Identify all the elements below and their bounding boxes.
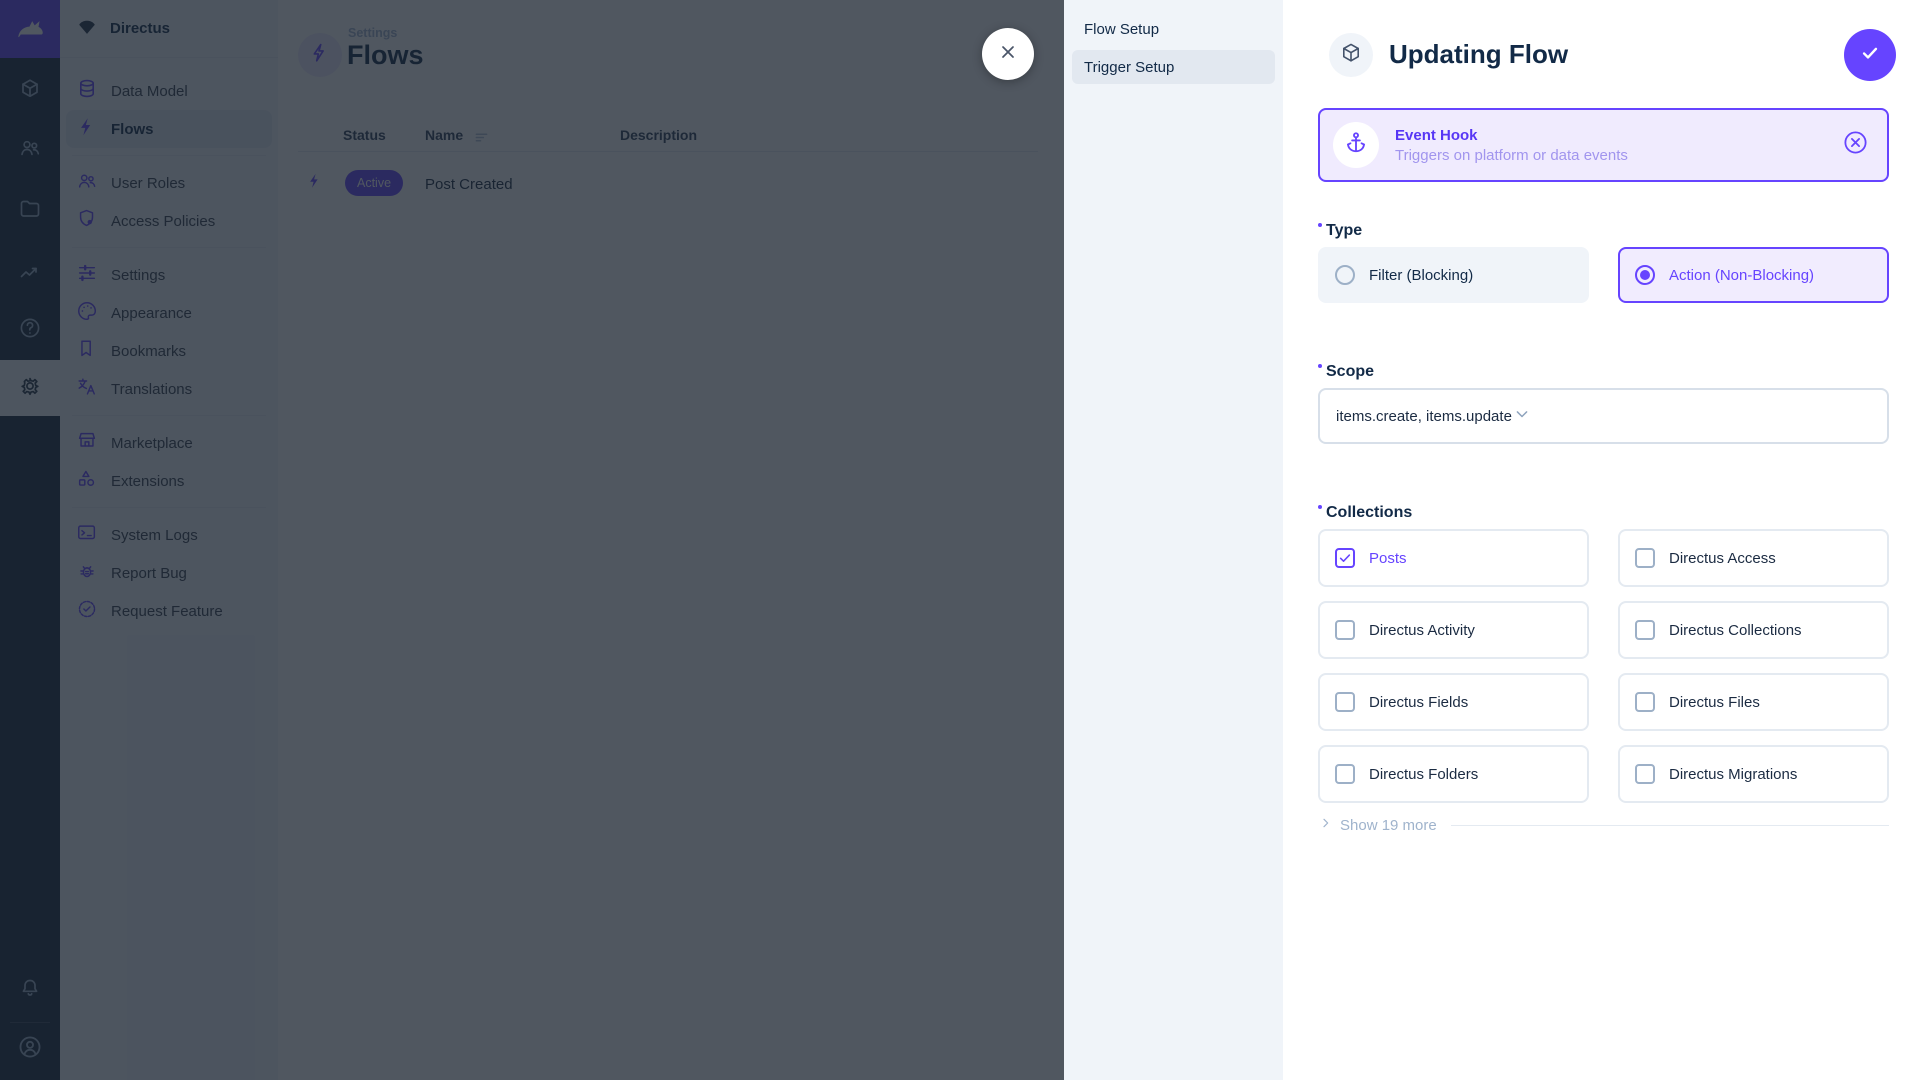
anchor-icon [1343, 130, 1369, 161]
chevron-right-icon [1318, 815, 1334, 835]
checkbox-label: Directus Access [1669, 550, 1776, 567]
drawer-panel: Updating Flow Event Hook Triggers on pla… [1283, 0, 1920, 1080]
drawer-body: Event Hook Triggers on platform or data … [1318, 108, 1889, 835]
scope-label: Scope [1318, 363, 1889, 381]
radio-filter-blocking[interactable]: Filter (Blocking) [1318, 247, 1589, 303]
checkbox-directus-activity[interactable]: Directus Activity [1318, 601, 1589, 659]
banner-title: Event Hook [1395, 127, 1628, 144]
type-label: Type [1318, 222, 1889, 240]
checkbox-label: Directus Folders [1369, 766, 1478, 783]
app: Directus Data Model Flows User Roles Acc… [0, 0, 1920, 1080]
checkbox-icon [1335, 692, 1355, 712]
checkbox-icon [1335, 548, 1355, 568]
required-dot [1318, 505, 1322, 509]
drawer-tab-label: Flow Setup [1084, 21, 1159, 38]
checkbox-label: Directus Collections [1669, 622, 1802, 639]
close-drawer-button[interactable] [982, 28, 1034, 80]
checkbox-posts[interactable]: Posts [1318, 529, 1589, 587]
checkbox-label: Directus Files [1669, 694, 1760, 711]
check-icon [1859, 42, 1881, 69]
required-dot [1318, 364, 1322, 368]
collections-label: Collections [1318, 504, 1889, 522]
radio-icon [1335, 265, 1355, 285]
checkbox-directus-fields[interactable]: Directus Fields [1318, 673, 1589, 731]
chevron-down-icon [1512, 404, 1532, 428]
drawer-icon-circle [1329, 33, 1373, 77]
radio-action-non-blocking[interactable]: Action (Non-Blocking) [1618, 247, 1889, 303]
cancel-circle-icon [1842, 129, 1869, 161]
radio-label: Action (Non-Blocking) [1669, 267, 1814, 284]
save-button[interactable] [1844, 29, 1896, 81]
checkbox-directus-collections[interactable]: Directus Collections [1618, 601, 1889, 659]
drawer-title: Updating Flow [1389, 39, 1568, 70]
checkbox-directus-migrations[interactable]: Directus Migrations [1618, 745, 1889, 803]
checkbox-label: Directus Migrations [1669, 766, 1797, 783]
drawer-tab-label: Trigger Setup [1084, 59, 1174, 76]
show-more-divider [1451, 825, 1889, 826]
drawer-overlay[interactable] [0, 0, 1064, 1080]
radio-icon [1635, 265, 1655, 285]
scope-section: Scope items.create, items.update [1318, 363, 1889, 444]
scope-select[interactable]: items.create, items.update [1318, 388, 1889, 444]
checkbox-label: Directus Fields [1369, 694, 1468, 711]
checkbox-icon [1335, 764, 1355, 784]
scope-value: items.create, items.update [1336, 408, 1512, 425]
drawer-tab-flow-setup[interactable]: Flow Setup [1072, 12, 1275, 46]
deselect-trigger-button[interactable] [1842, 129, 1869, 161]
collections-grid: Posts Directus Access Directus Activity … [1318, 529, 1889, 803]
checkbox-label: Directus Activity [1369, 622, 1475, 639]
show-more-button[interactable]: Show 19 more [1318, 815, 1889, 835]
checkbox-directus-folders[interactable]: Directus Folders [1318, 745, 1589, 803]
collections-section: Collections Posts Directus Access Direct… [1318, 504, 1889, 835]
checkbox-label: Posts [1369, 550, 1407, 567]
checkbox-icon [1635, 764, 1655, 784]
banner-icon-circle [1333, 122, 1379, 168]
show-more-label: Show 19 more [1340, 817, 1437, 834]
radio-label: Filter (Blocking) [1369, 267, 1473, 284]
required-dot [1318, 223, 1322, 227]
cube-icon [1339, 41, 1363, 70]
trigger-type-banner: Event Hook Triggers on platform or data … [1318, 108, 1889, 182]
checkbox-icon [1635, 620, 1655, 640]
drawer-header: Updating Flow [1283, 0, 1920, 100]
checkbox-icon [1335, 620, 1355, 640]
checkbox-directus-files[interactable]: Directus Files [1618, 673, 1889, 731]
checkbox-directus-access[interactable]: Directus Access [1618, 529, 1889, 587]
type-section: Type Filter (Blocking) Action (Non-Block… [1318, 222, 1889, 303]
drawer-nav: Flow Setup Trigger Setup [1064, 0, 1283, 1080]
banner-subtitle: Triggers on platform or data events [1395, 147, 1628, 164]
banner-text: Event Hook Triggers on platform or data … [1395, 127, 1628, 164]
drawer-tab-trigger-setup[interactable]: Trigger Setup [1072, 50, 1275, 84]
checkbox-icon [1635, 548, 1655, 568]
checkbox-icon [1635, 692, 1655, 712]
close-icon [998, 42, 1018, 67]
